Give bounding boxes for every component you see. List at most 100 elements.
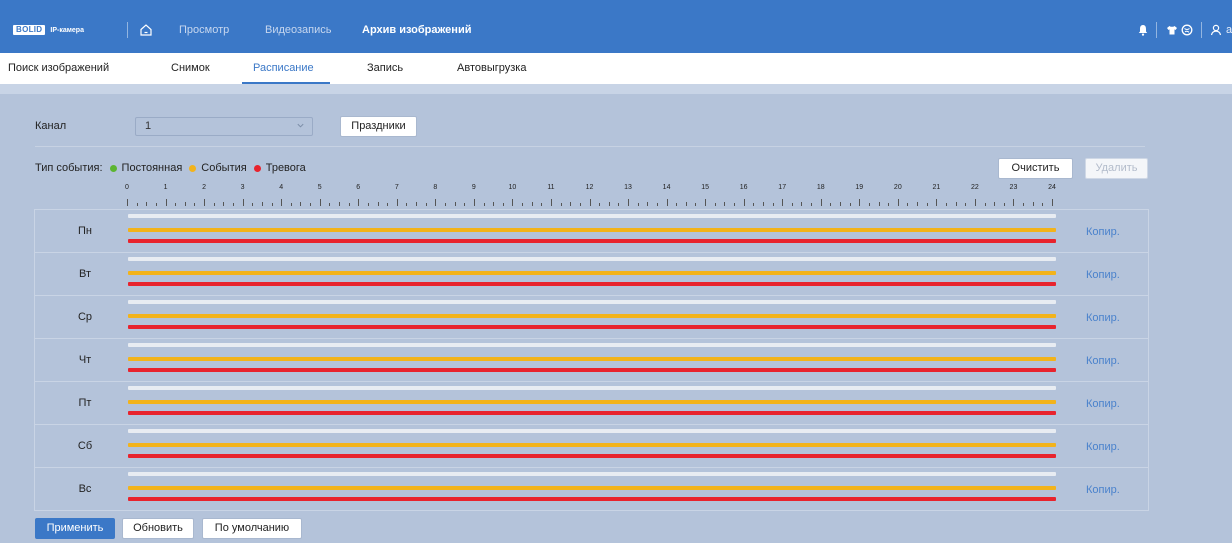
globe-icon[interactable] [1180,23,1194,37]
ruler-tick [1042,203,1044,206]
schedule-bar-continuous[interactable] [128,257,1056,261]
delete-button[interactable]: Удалить [1085,158,1148,179]
copy-link[interactable]: Копир. [1086,226,1120,238]
copy-link[interactable]: Копир. [1086,484,1120,496]
ruler-tick [608,202,610,206]
clear-button[interactable]: Очистить [998,158,1073,179]
schedule-bar-events[interactable] [128,271,1056,275]
schedule-bar-events[interactable] [128,228,1056,232]
ruler-tick [994,202,996,206]
copy-link[interactable]: Копир. [1086,355,1120,367]
default-button[interactable]: По умолчанию [202,518,302,539]
username[interactable]: admin [1226,24,1232,36]
tab-record[interactable]: Запись [367,62,403,74]
schedule-bar-events[interactable] [128,443,1056,447]
copy-link[interactable]: Копир. [1086,312,1120,324]
ruler-tick [647,202,649,206]
ruler-tick [483,203,485,206]
schedule-bar-continuous[interactable] [128,472,1056,476]
legend-continuous[interactable]: Постоянная [122,162,183,174]
ruler-tick [772,203,774,206]
nav-recording[interactable]: Видеозапись [265,24,332,36]
ruler-tick [175,203,177,206]
schedule-bar-alarm[interactable] [128,282,1056,286]
copy-link[interactable]: Копир. [1086,269,1120,281]
tab-auto-upload[interactable]: Автовыгрузка [457,62,526,74]
holidays-button[interactable]: Праздники [340,116,417,137]
schedule-bar-alarm[interactable] [128,325,1056,329]
refresh-button[interactable]: Обновить [122,518,194,539]
schedule-bar-alarm[interactable] [128,411,1056,415]
channel-value: 1 [145,120,152,132]
ruler-tick [271,203,273,206]
ruler-tick [570,202,572,206]
legend-dot-events [189,164,197,172]
ruler-tick [367,203,369,206]
schedule-bar-events[interactable] [128,314,1056,318]
schedule-bar-continuous[interactable] [128,429,1056,433]
ruler-tick [579,203,581,206]
day-label: Вт [78,268,91,280]
ruler-tick [830,203,832,206]
ruler-tick [907,203,909,206]
ruler-tick [801,202,803,206]
ruler-tick [252,203,254,206]
hour-label: 4 [279,184,284,191]
ruler-tick [127,199,128,206]
day-label: Пт [78,397,92,409]
schedule-bar-alarm[interactable] [128,497,1056,501]
sub-navigation: Поиск изображений Снимок Расписание Запи… [0,53,1232,84]
channel-select[interactable]: 1 [135,117,313,136]
ruler-tick [589,199,591,206]
ruler-tick [406,203,408,206]
tab-snapshot[interactable]: Снимок [171,62,210,74]
ruler-tick [464,203,466,206]
tab-schedule[interactable]: Расписание [253,62,314,74]
schedule-bar-events[interactable] [128,400,1056,404]
shirt-icon[interactable] [1165,23,1179,37]
ruler-tick [734,203,736,206]
bell-icon[interactable] [1136,23,1150,37]
schedule-bar-alarm[interactable] [128,368,1056,372]
ruler-tick [859,199,861,206]
schedule-bar-continuous[interactable] [128,214,1056,218]
hour-label: 5 [317,184,322,191]
day-label: Сб [77,440,93,452]
ruler-tick [705,199,707,206]
schedule-bar-alarm[interactable] [128,239,1056,243]
top-bar: BOLID IP-камера Просмотр Видеозапись Арх… [0,0,1232,53]
nav-image-archive[interactable]: Архив изображений [362,24,471,36]
ruler-tick [310,203,312,206]
hour-label: 12 [585,184,594,191]
ruler-tick [917,202,919,206]
apply-button[interactable]: Применить [35,518,115,539]
schedule-bar-alarm[interactable] [128,454,1056,458]
schedule-bar-events[interactable] [128,486,1056,490]
copy-link[interactable]: Копир. [1086,398,1120,410]
legend-events[interactable]: События [201,162,246,174]
tab-image-search[interactable]: Поиск изображений [8,62,109,74]
schedule-bar-continuous[interactable] [128,343,1056,347]
schedule-bar-continuous[interactable] [128,386,1056,390]
schedule-bar-continuous[interactable] [128,300,1056,304]
ruler-tick [974,199,976,206]
nav-preview[interactable]: Просмотр [179,24,229,36]
hour-label: 15 [701,184,710,191]
copy-link[interactable]: Копир. [1086,441,1120,453]
ruler-tick [377,202,379,206]
schedule-row: Пт Копир. [35,382,1148,425]
schedule-bar-events[interactable] [128,357,1056,361]
chevron-down-icon [297,123,304,128]
schedule-row: Вс Копир. [35,468,1148,511]
legend-alarm[interactable]: Тревога [266,162,306,174]
hour-label: 18 [816,184,825,191]
channel-label: Канал [35,120,67,132]
ruler-tick [550,199,552,206]
hour-label: 20 [893,184,902,191]
home-icon[interactable] [139,23,153,37]
ruler-tick [358,199,360,206]
ruler-tick [666,199,668,206]
ruler-tick [281,199,283,206]
event-type-label: Тип события: [35,162,103,174]
user-icon[interactable] [1209,23,1223,37]
